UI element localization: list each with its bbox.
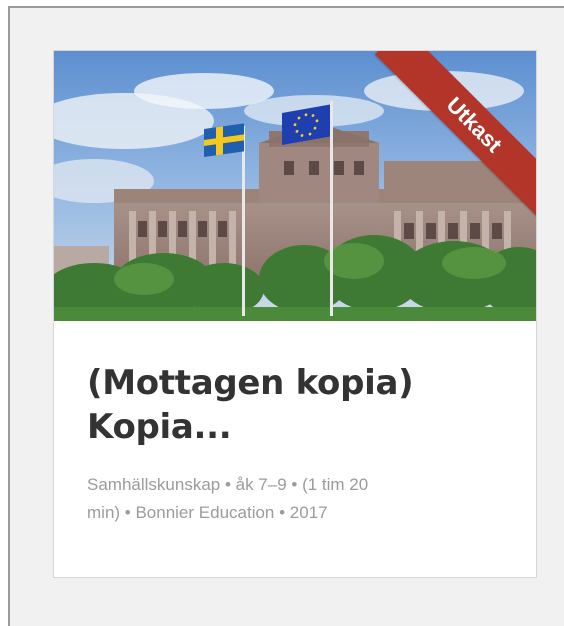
card-meta: Samhällskunskap • åk 7–9 • (1 tim 20 min…	[87, 471, 497, 527]
lesson-card[interactable]: Utkast (Mottagen kopia) Kopia... Samhäll…	[53, 50, 537, 578]
status-ribbon: Utkast	[366, 51, 536, 221]
card-meta-line2: min) • Bonnier Education • 2017	[87, 503, 328, 522]
panel-border-left	[8, 6, 10, 626]
page-frame: Utkast (Mottagen kopia) Kopia... Samhäll…	[0, 0, 564, 626]
status-badge: Utkast	[375, 51, 536, 221]
card-meta-line1: Samhällskunskap • åk 7–9 • (1 tim 20	[87, 475, 369, 494]
card-title-line2: Kopia...	[87, 407, 232, 447]
card-title-line1: (Mottagen kopia)	[87, 363, 414, 403]
panel-border-top	[8, 6, 564, 8]
card-image: Utkast	[54, 51, 536, 321]
card-title[interactable]: (Mottagen kopia) Kopia...	[87, 361, 507, 449]
